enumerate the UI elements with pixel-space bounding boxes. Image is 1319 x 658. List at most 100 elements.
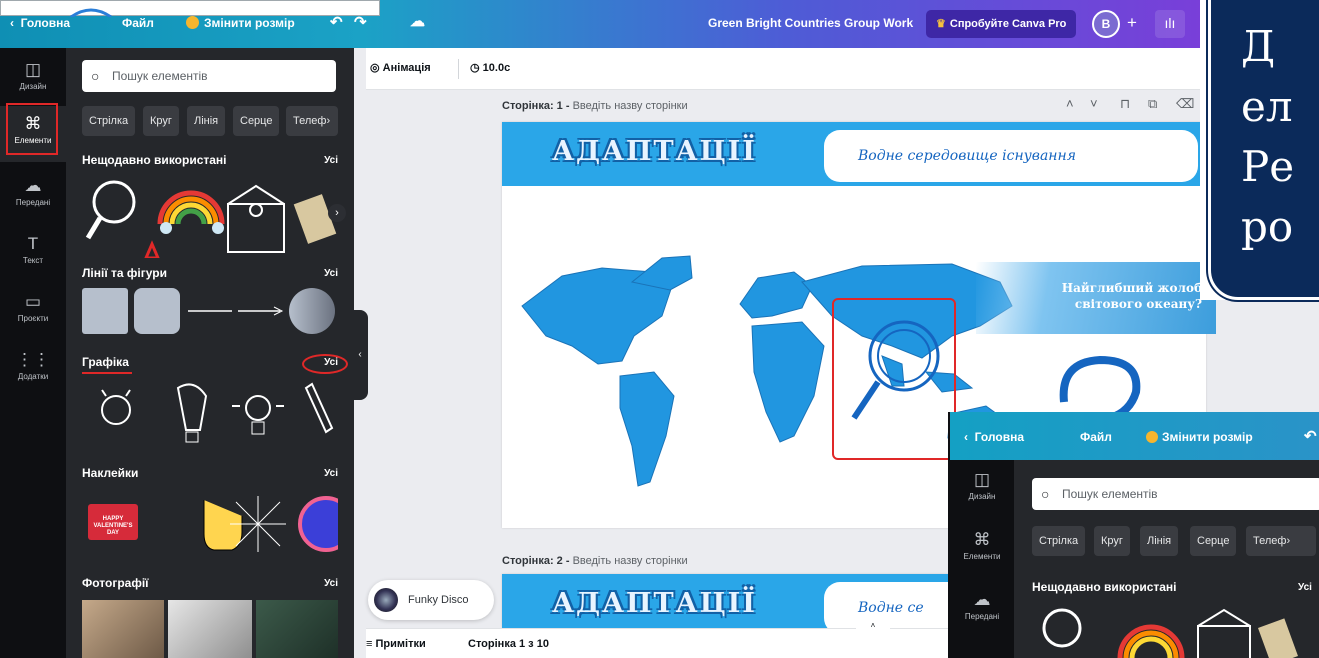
animation-label: Анімація — [382, 62, 431, 74]
project-title[interactable]: Green Bright Countries Group Work — [708, 16, 913, 30]
home-button[interactable]: ‹ Головна — [10, 16, 70, 30]
slide-banner: АДАПТАЦІЇ Водне середовище існування — [502, 122, 1206, 186]
overlay-search-input[interactable]: ○ Пошук елементів — [1032, 478, 1319, 510]
page-counter[interactable]: Сторінка 1 з 10 — [468, 638, 549, 650]
slide-title: АДАПТАЦІЇ — [552, 136, 757, 167]
chip-circle[interactable]: Круг — [143, 106, 179, 136]
rail-label: Дизайн — [19, 82, 47, 91]
chevron-left-icon: ‹ — [10, 16, 14, 30]
question-text: Найглибший жолоб світового океану? — [1002, 280, 1202, 312]
notes-button[interactable]: ≡ Примітки — [366, 638, 426, 650]
rail-label: Елементи — [963, 552, 1001, 561]
side-line-3: Ре — [1241, 142, 1295, 191]
overlay-home-button[interactable]: ‹ Головна — [964, 430, 1024, 444]
rail-label: Додатки — [17, 372, 49, 381]
insights-icon[interactable]: ılı — [1155, 10, 1185, 38]
rail-label: Передані — [964, 612, 1000, 621]
navy-text-box: Д ел Ре ро — [1208, 0, 1319, 300]
resize-button[interactable]: Змінити розмір — [186, 16, 295, 30]
search-input[interactable]: ○ Пошук елементів — [82, 60, 336, 92]
page-2-title[interactable]: Сторінка: 2 - Введіть назву сторінки — [502, 555, 688, 567]
overlay-rail-uploads[interactable]: ☁ Передані — [950, 590, 1014, 621]
photo-chalkboard[interactable] — [256, 600, 338, 658]
overlay-file-menu[interactable]: Файл — [1080, 430, 1112, 444]
question-line-2: світового океану? — [1074, 297, 1202, 311]
add-member-button[interactable]: + — [1127, 13, 1137, 33]
section-shapes-title: Лінії та фігури — [82, 266, 167, 280]
overlay-search-placeholder: Пошук елементів — [1062, 487, 1158, 501]
rail-text[interactable]: T Текст — [0, 234, 66, 265]
folder-icon: ▭ — [24, 292, 42, 311]
notes-icon: ≡ — [366, 638, 373, 650]
file-menu[interactable]: Файл — [122, 16, 154, 30]
section-stickers-title: Наклейки — [82, 466, 139, 480]
lock-icon[interactable]: ⊓ — [1120, 96, 1130, 112]
crown-icon: ♛ — [936, 18, 946, 30]
section-stickers-all[interactable]: Усі — [324, 468, 338, 479]
all-highlight — [302, 354, 348, 374]
upload-icon: ☁ — [973, 590, 991, 609]
previous-screenshot-strip — [0, 0, 380, 17]
trash-icon[interactable]: ⌫ — [1176, 96, 1194, 112]
music-chip[interactable]: Funky Disco — [368, 580, 494, 620]
try-pro-button[interactable]: ♛ Спробуйте Canva Pro — [926, 10, 1077, 38]
overlay-chip-arrow[interactable]: Стрілка — [1032, 526, 1086, 556]
duration-button[interactable]: ◷ 10.0с — [470, 61, 510, 74]
question-line-1: Найглибший жолоб — [1061, 281, 1202, 295]
overlay-rail-design[interactable]: ◫ Дизайн — [950, 470, 1014, 501]
overlay-chip-line[interactable]: Лінія — [1140, 526, 1179, 556]
photo-calculator[interactable] — [168, 600, 252, 658]
divider — [458, 59, 459, 79]
chevron-up-icon[interactable]: ˄ — [856, 621, 890, 631]
scroll-right-button[interactable]: › — [328, 204, 346, 222]
overlay-rail-elements[interactable]: ⌘ Елементи — [950, 530, 1014, 561]
rail-label: Дизайн — [968, 492, 996, 501]
section-photos-title: Фотографії — [82, 576, 149, 590]
crown-icon — [1146, 431, 1158, 443]
page-title-placeholder: Введіть назву сторінки — [572, 100, 688, 112]
chevron-up-icon[interactable]: ˄ — [1066, 96, 1074, 111]
chip-arrow[interactable]: Стрілка — [82, 106, 136, 136]
cloud-save-icon[interactable]: ☁ — [410, 12, 425, 30]
rail-uploads[interactable]: ☁ Передані — [0, 176, 66, 207]
duplicate-icon[interactable]: ⧉ — [1148, 96, 1157, 112]
overlay-chip-heart[interactable]: Серце — [1190, 526, 1237, 556]
overlay-chip-circle[interactable]: Круг — [1094, 526, 1130, 556]
rail-apps[interactable]: ⋮⋮ Додатки — [0, 350, 66, 381]
chevron-down-icon[interactable]: ˅ — [1090, 96, 1098, 111]
chevron-right-icon: › — [1286, 535, 1291, 547]
elements-highlight — [6, 103, 58, 155]
side-line-4: ро — [1241, 202, 1294, 251]
rail-projects[interactable]: ▭ Проєкти — [0, 292, 66, 323]
section-graphics-title: Графіка — [82, 355, 129, 369]
section-shapes-all[interactable]: Усі — [324, 268, 338, 279]
overlay-chip-phone[interactable]: Телеф› — [1246, 526, 1316, 556]
page-title-placeholder: Введіть назву сторінки — [572, 555, 688, 567]
chip-phone[interactable]: Телеф› — [286, 106, 338, 136]
crown-icon — [186, 16, 199, 29]
overlay-recent-graphics — [1042, 608, 1298, 658]
overlay-top-bar: ‹ Головна Файл Змінити розмір ↶ — [950, 412, 1319, 460]
chip-line[interactable]: Лінія — [187, 106, 226, 136]
section-recent-all[interactable]: Усі — [324, 155, 338, 166]
section-photos-all[interactable]: Усі — [324, 578, 338, 589]
undo-icon[interactable]: ↶ — [1304, 427, 1317, 445]
photo-tablet[interactable] — [82, 600, 164, 658]
page-1-title[interactable]: Сторінка: 1 - Введіть назву сторінки — [502, 100, 688, 112]
canvas-toolbar: ◎ Анімація ◷ 10.0с — [366, 48, 1210, 90]
shapes-graphics — [82, 288, 335, 334]
photos-thumbs — [82, 600, 338, 658]
rail-design[interactable]: ◫ Дизайн — [0, 60, 66, 91]
slide-subtitle: Водне середовище існування — [824, 130, 1198, 182]
animation-button[interactable]: ◎ Анімація — [370, 61, 431, 74]
recent-thumbs: › — [82, 174, 346, 260]
chip-heart[interactable]: Серце — [233, 106, 280, 136]
elements-icon: ⌘ — [973, 530, 991, 549]
avatar[interactable]: B — [1092, 10, 1120, 38]
shapes-thumbs — [82, 288, 338, 334]
overlay-resize-button[interactable]: Змінити розмір — [1146, 430, 1253, 444]
disco-ball-icon — [374, 588, 398, 612]
overlay-recent-all[interactable]: Усі — [1298, 582, 1312, 593]
text-icon: T — [27, 234, 39, 253]
hide-panel-button[interactable]: ‹ — [352, 310, 368, 400]
